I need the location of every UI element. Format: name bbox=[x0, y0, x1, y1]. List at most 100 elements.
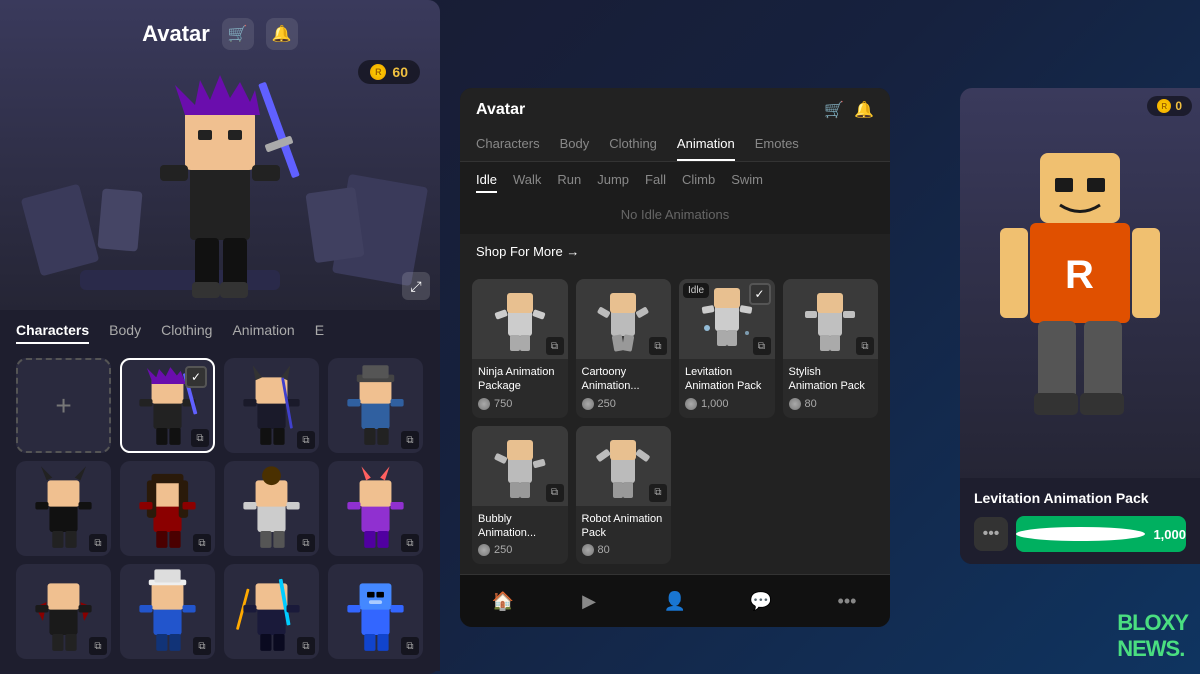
item-info-3: Levitation Animation Pack 1,000 bbox=[679, 359, 775, 418]
character-cell-1[interactable]: ✓ ⧉ bbox=[120, 358, 215, 453]
item-ninja-animation[interactable]: ⧉ Ninja Animation Package 750 bbox=[472, 279, 568, 418]
overlay-tab-clothing[interactable]: Clothing bbox=[609, 128, 657, 161]
item-copy-3: ⧉ bbox=[753, 337, 771, 355]
item-price-2: 250 bbox=[582, 398, 666, 410]
overlay-tab-body[interactable]: Body bbox=[560, 128, 590, 161]
coin-badge-left: R 60 bbox=[358, 60, 420, 84]
item-copy-2: ⧉ bbox=[649, 337, 667, 355]
cart-icon-overlay[interactable]: 🛒 bbox=[824, 100, 844, 120]
character-cell-11[interactable]: ⧉ bbox=[328, 564, 423, 659]
item-name-1: Ninja Animation Package bbox=[478, 365, 562, 394]
character-cell-10[interactable]: ⧉ bbox=[224, 564, 319, 659]
item-info-4: Stylish Animation Pack 80 bbox=[783, 359, 879, 418]
cart-button[interactable]: 🛒 bbox=[222, 18, 254, 50]
robux-icon-1 bbox=[478, 398, 490, 410]
item-info-1: Ninja Animation Package 750 bbox=[472, 359, 568, 418]
character-cell-8[interactable]: ⧉ bbox=[16, 564, 111, 659]
bloxy-news-watermark: BLOXY NEWS. bbox=[1117, 610, 1188, 662]
tab-clothing[interactable]: Clothing bbox=[161, 322, 212, 344]
character-cell-6[interactable]: ⧉ bbox=[224, 461, 319, 556]
overlay-tab-animation[interactable]: Animation bbox=[677, 128, 735, 161]
overlay-nav-tabs: Characters Body Clothing Animation Emote… bbox=[460, 128, 890, 162]
item-thumb-6: ⧉ bbox=[576, 426, 672, 506]
copy-badge-4: ⧉ bbox=[89, 534, 107, 552]
item-thumb-5: ⧉ bbox=[472, 426, 568, 506]
item-thumb-1: ⧉ bbox=[472, 279, 568, 359]
bottom-nav-chat[interactable]: 💬 bbox=[741, 583, 781, 619]
anim-tabs: Idle Walk Run Jump Fall Climb Swim bbox=[460, 162, 890, 199]
left-bottom: Characters Body Clothing Animation E + bbox=[0, 310, 440, 671]
bottom-nav-more[interactable]: ••• bbox=[827, 583, 867, 619]
bottom-nav-play[interactable]: ▶ bbox=[569, 583, 609, 619]
item-copy-1: ⧉ bbox=[546, 337, 564, 355]
svg-text:R: R bbox=[1065, 253, 1094, 297]
item-name-5: Bubbly Animation... bbox=[478, 512, 562, 541]
item-cartoony-animation[interactable]: ⧉ Cartoony Animation... 250 bbox=[576, 279, 672, 418]
overlay-title: Avatar bbox=[476, 101, 525, 119]
left-tabs: Characters Body Clothing Animation E bbox=[16, 322, 424, 344]
bell-icon-overlay[interactable]: 🔔 bbox=[854, 100, 874, 120]
item-thumb-3: Idle ✓ ⧉ bbox=[679, 279, 775, 359]
item-actions: ••• 1,000 bbox=[974, 516, 1186, 552]
copy-badge-2: ⧉ bbox=[297, 431, 315, 449]
buy-button[interactable]: 1,000 bbox=[1016, 516, 1186, 552]
add-character-cell[interactable]: + bbox=[16, 358, 111, 453]
anim-tab-idle[interactable]: Idle bbox=[476, 172, 497, 193]
coin-icon: R bbox=[370, 64, 386, 80]
copy-badge-9: ⧉ bbox=[193, 637, 211, 655]
item-levitation-animation[interactable]: Idle ✓ ⧉ Levitation Animation Pack 1,000 bbox=[679, 279, 775, 418]
character-cell-4[interactable]: ⧉ bbox=[16, 461, 111, 556]
copy-badge-3: ⧉ bbox=[401, 431, 419, 449]
item-robot-animation[interactable]: ⧉ Robot Animation Pack 80 bbox=[576, 426, 672, 565]
item-char-svg-1 bbox=[490, 283, 550, 355]
characters-grid: + ✓ ⧉ bbox=[16, 358, 424, 659]
robux-icon-3 bbox=[685, 398, 697, 410]
anim-tab-walk[interactable]: Walk bbox=[513, 172, 541, 193]
item-detail-name: Levitation Animation Pack bbox=[974, 490, 1186, 506]
character-cell-9[interactable]: ⧉ bbox=[120, 564, 215, 659]
left-header: Avatar 🛒 🔔 bbox=[0, 18, 440, 50]
tab-characters[interactable]: Characters bbox=[16, 322, 89, 344]
copy-badge-10: ⧉ bbox=[297, 637, 315, 655]
anim-tab-run[interactable]: Run bbox=[557, 172, 581, 193]
robux-icon-buy bbox=[1016, 527, 1145, 541]
character-cell-7[interactable]: ⧉ bbox=[328, 461, 423, 556]
bottom-nav-home[interactable]: 🏠 bbox=[483, 583, 523, 619]
item-name-2: Cartoony Animation... bbox=[582, 365, 666, 394]
overlay-tab-emotes[interactable]: Emotes bbox=[755, 128, 799, 161]
anim-tab-fall[interactable]: Fall bbox=[645, 172, 666, 193]
bottom-nav-avatar[interactable]: 👤 bbox=[655, 583, 695, 619]
bell-button[interactable]: 🔔 bbox=[266, 18, 298, 50]
item-info-6: Robot Animation Pack 80 bbox=[576, 506, 672, 565]
copy-badge-6: ⧉ bbox=[297, 534, 315, 552]
item-bubbly-animation[interactable]: ⧉ Bubbly Animation... 250 bbox=[472, 426, 568, 565]
item-thumb-4: ⧉ bbox=[783, 279, 879, 359]
tab-animation[interactable]: Animation bbox=[232, 322, 294, 344]
tab-e[interactable]: E bbox=[315, 322, 324, 344]
item-info-5: Bubbly Animation... 250 bbox=[472, 506, 568, 565]
character-cell-3[interactable]: ⧉ bbox=[328, 358, 423, 453]
tab-body[interactable]: Body bbox=[109, 322, 141, 344]
anim-tab-climb[interactable]: Climb bbox=[682, 172, 715, 193]
selected-check: ✓ bbox=[185, 366, 207, 388]
overlay-icons: 🛒 🔔 bbox=[824, 100, 874, 120]
item-selected-3: ✓ bbox=[749, 283, 771, 305]
expand-button[interactable]: ⤢ bbox=[402, 272, 430, 300]
character-svg-left bbox=[130, 60, 310, 310]
more-options-button[interactable]: ••• bbox=[974, 517, 1008, 551]
item-char-svg-4 bbox=[800, 283, 860, 355]
item-stylish-animation[interactable]: ⧉ Stylish Animation Pack 80 bbox=[783, 279, 879, 418]
anim-tab-swim[interactable]: Swim bbox=[731, 172, 763, 193]
item-thumb-2: ⧉ bbox=[576, 279, 672, 359]
shop-for-more[interactable]: Shop For More → bbox=[460, 234, 890, 269]
right-info: Levitation Animation Pack ••• 1,000 bbox=[960, 478, 1200, 564]
overlay-tab-characters[interactable]: Characters bbox=[476, 128, 540, 161]
character-cell-5[interactable]: ⧉ bbox=[120, 461, 215, 556]
anim-tab-jump[interactable]: Jump bbox=[597, 172, 629, 193]
avatar-preview: Avatar 🛒 🔔 R 60 bbox=[0, 0, 440, 310]
character-cell-2[interactable]: ⧉ bbox=[224, 358, 319, 453]
robux-icon-5 bbox=[478, 544, 490, 556]
item-char-svg-6 bbox=[593, 430, 653, 502]
item-char-svg-2 bbox=[593, 283, 653, 355]
copy-badge-7: ⧉ bbox=[401, 534, 419, 552]
